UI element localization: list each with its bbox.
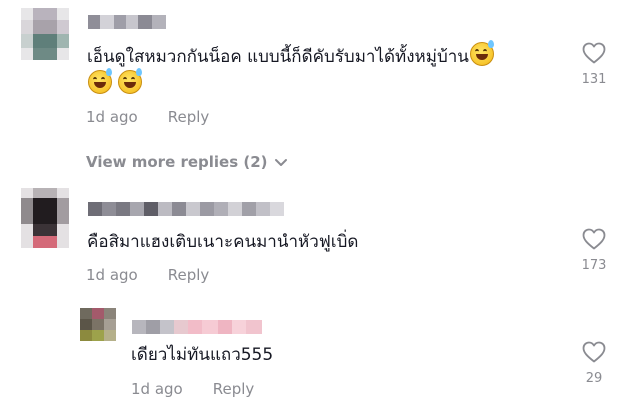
like-count: 173 <box>581 258 607 273</box>
reply-button[interactable]: Reply <box>168 266 210 284</box>
avatar[interactable] <box>21 188 69 248</box>
like-button[interactable]: 131 <box>574 42 614 87</box>
username-blurred[interactable] <box>88 202 284 216</box>
heart-outline-icon <box>582 228 606 250</box>
heart-outline-icon <box>582 42 606 64</box>
grinning-sweat-emoji-icon <box>469 40 494 66</box>
reply-button[interactable]: Reply <box>213 380 255 398</box>
reply-meta: 1d ago Reply <box>131 380 254 398</box>
comment-text: เอ็นดูใสหมวกกันน็อค แบบนี้ก็ดีคับรับมาได… <box>87 40 494 71</box>
comment-text: คือสิมาแฮงเติบเนาะคนมานำหัวฟูเบิ่ด <box>87 232 359 252</box>
view-more-label: View more replies (2) <box>86 153 268 171</box>
like-count: 29 <box>585 371 603 386</box>
like-button[interactable]: 173 <box>574 228 614 273</box>
comment-time: 1d ago <box>86 266 138 284</box>
reply-text: เดียวไม่ทันแถว555 <box>131 345 274 365</box>
comment-text-content: เอ็นดูใสหมวกกันน็อค แบบนี้ก็ดีคับรับมาได… <box>87 47 469 67</box>
like-button[interactable]: 29 <box>574 341 614 386</box>
username-blurred[interactable] <box>88 15 166 29</box>
like-count: 131 <box>581 72 607 87</box>
comment-time: 1d ago <box>86 108 138 126</box>
comment-emoji-row <box>87 68 143 99</box>
avatar[interactable] <box>21 8 69 60</box>
heart-outline-icon <box>582 341 606 363</box>
username-blurred[interactable] <box>132 320 262 334</box>
avatar[interactable] <box>80 308 116 341</box>
reply-button[interactable]: Reply <box>168 108 210 126</box>
grinning-sweat-emoji-icon <box>118 68 143 94</box>
view-more-replies-button[interactable]: View more replies (2) <box>86 153 288 171</box>
reply-time: 1d ago <box>131 380 183 398</box>
comment-meta: 1d ago Reply <box>86 266 209 284</box>
grinning-sweat-emoji-icon <box>88 68 112 94</box>
comment-meta: 1d ago Reply <box>86 108 209 126</box>
chevron-down-icon <box>274 158 287 166</box>
